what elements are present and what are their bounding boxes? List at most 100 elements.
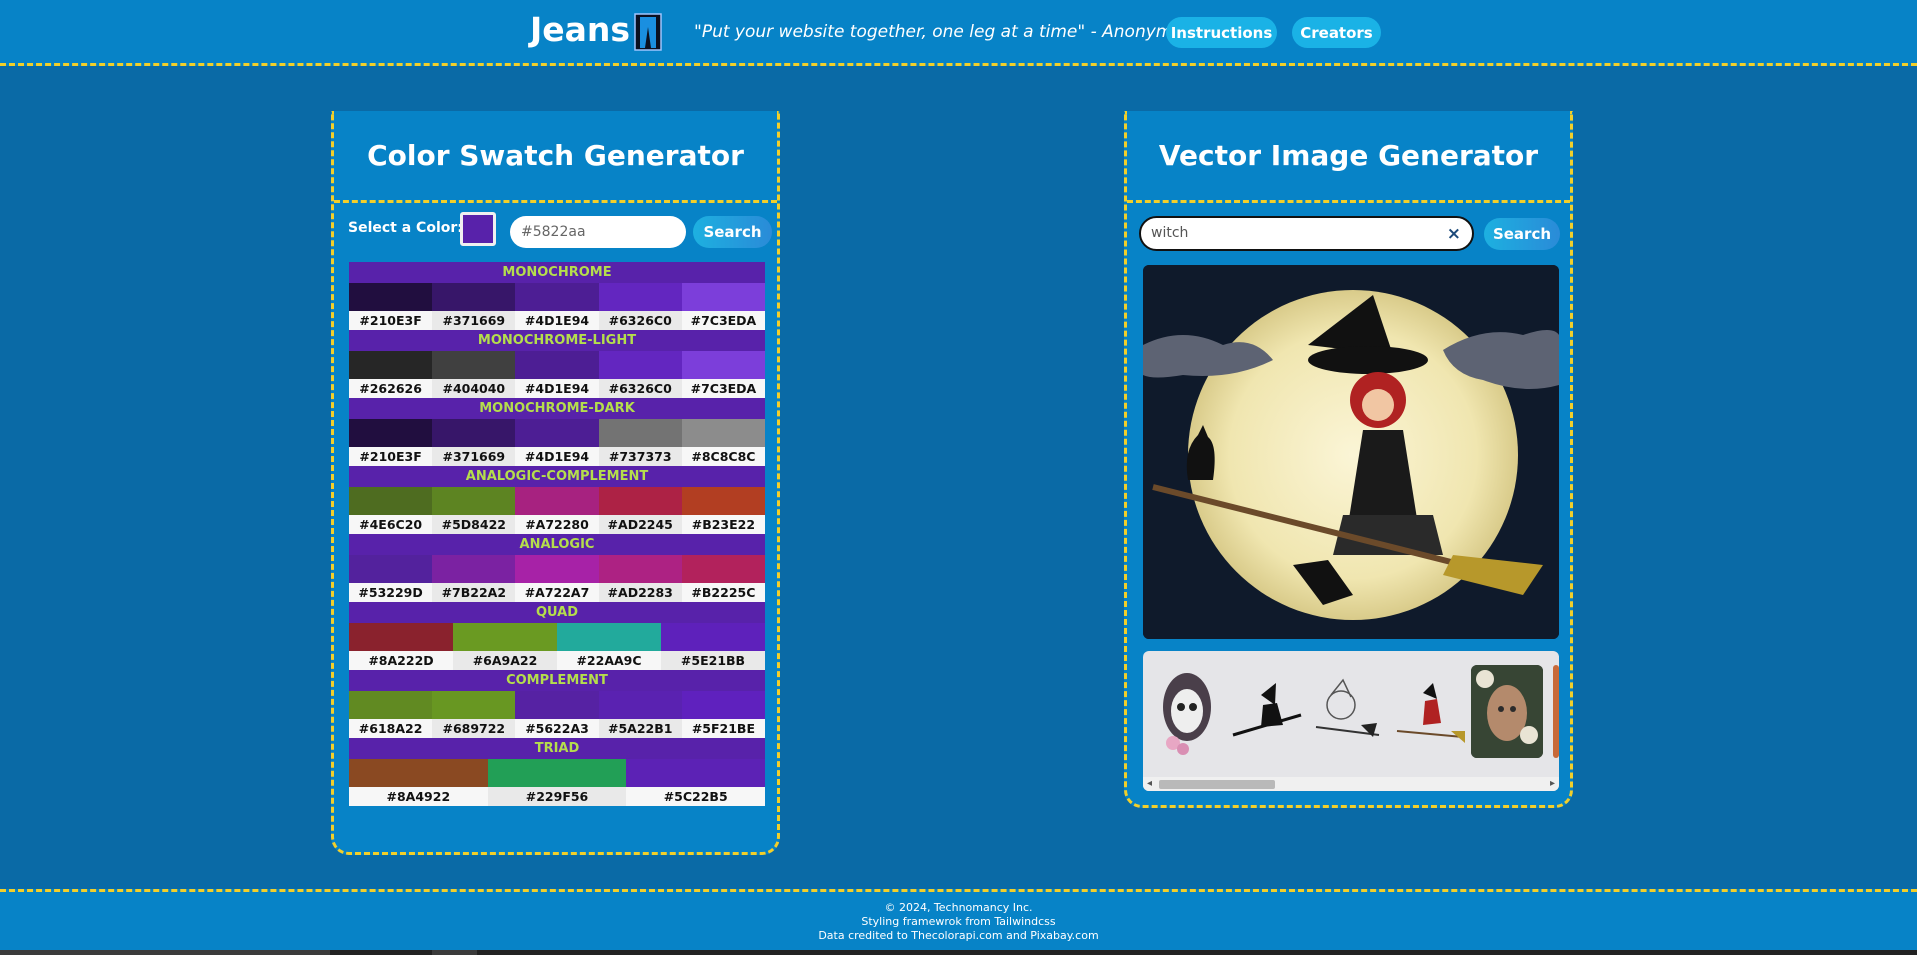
witch-image [1143,265,1559,639]
color-swatch[interactable] [349,351,433,379]
color-swatch[interactable] [349,419,433,447]
thumbnail-witch-silhouette[interactable] [1231,665,1303,758]
footer-credits: Data credited to Thecolorapi.com and Pix… [818,929,1099,942]
swatch-hex-label: #7C3EDA [681,379,766,398]
swatch-row [349,759,766,787]
color-swatch[interactable] [432,419,516,447]
swatch-label-row: #8A222D #6A9A22 #22AA9C #5E21BB [349,651,765,670]
color-swatch[interactable] [598,351,682,379]
swatch-label-row: #53229D #7B22A2 #A722A7 #AD2283 #B2225C [349,583,766,602]
swatch-label-row: #618A22 #689722 #5622A3 #5A22B1 #5F21BE [349,719,766,738]
color-swatch[interactable] [557,623,661,651]
instructions-button[interactable]: Instructions [1166,17,1277,48]
vector-search-input[interactable]: witch × [1139,216,1474,251]
color-swatch[interactable] [515,487,599,515]
swatch-row [349,555,766,583]
thumbnail-flower-face[interactable] [1471,665,1543,758]
scheme-title: QUAD [349,602,765,623]
scroll-left-icon[interactable]: ◂ [1147,778,1152,789]
color-swatch[interactable] [453,623,557,651]
color-picker[interactable] [460,212,496,246]
scroll-right-icon[interactable]: ▸ [1550,778,1555,789]
header: Jeans "Put your website together, one le… [0,0,1917,66]
color-swatch[interactable] [598,487,682,515]
color-swatch[interactable] [349,555,433,583]
color-scheme: MONOCHROME-DARK #210E3F #371669 #4D1E94 #737… [349,398,766,466]
color-swatch[interactable] [661,623,765,651]
color-swatch[interactable] [681,487,766,515]
color-swatch[interactable] [349,283,433,311]
color-swatch[interactable] [681,555,766,583]
select-color-label: Select a Color: [348,220,463,236]
color-swatch[interactable] [432,555,516,583]
brand-title: Jeans [530,10,631,49]
color-swatch[interactable] [432,351,516,379]
swatch-hex-label: #5622A3 [515,719,599,738]
swatch-row [349,691,766,719]
swatch-hex-label: #A722A7 [515,583,599,602]
bottom-bar [0,950,1917,955]
vector-search-value: witch [1151,225,1189,241]
color-swatch[interactable] [349,759,488,787]
color-swatch[interactable] [598,283,682,311]
scrollbar-thumb[interactable] [1159,780,1275,789]
color-scheme: MONOCHROME #210E3F #371669 #4D1E94 #6326C0 #7… [349,262,766,330]
swatch-hex-label: #AD2283 [598,583,682,602]
swatch-hex-label: #8A4922 [349,787,488,806]
swatch-row [349,351,766,379]
color-swatch[interactable] [515,351,599,379]
thumbnail-sugar-skull[interactable] [1157,665,1217,758]
color-swatch[interactable] [432,691,516,719]
color-swatch[interactable] [432,487,516,515]
color-swatch[interactable] [432,283,516,311]
thumbnail-witch-sketch[interactable] [1311,665,1383,758]
color-swatch[interactable] [598,419,682,447]
color-swatch[interactable] [487,759,627,787]
vector-search-button[interactable]: Search [1484,218,1560,250]
swatch-label-row: #8A4922 #229F56 #5C22B5 [349,787,766,806]
color-swatch[interactable] [681,351,766,379]
scheme-title: MONOCHROME-DARK [349,398,765,419]
swatch-hex-label: #6326C0 [598,379,682,398]
hex-color-input[interactable] [510,216,686,248]
swatch-hex-label: #210E3F [349,447,433,466]
swatch-row [349,487,766,515]
swatch-row [349,419,766,447]
color-swatch[interactable] [349,487,433,515]
creators-button[interactable]: Creators [1292,17,1381,48]
footer-copyright: © 2024, Technomancy Inc. [884,901,1033,914]
color-swatch[interactable] [626,759,766,787]
swatch-label-row: #210E3F #371669 #4D1E94 #6326C0 #7C3EDA [349,311,766,330]
swatch-label-row: #262626 #404040 #4D1E94 #6326C0 #7C3EDA [349,379,766,398]
color-swatch[interactable] [598,555,682,583]
color-swatch[interactable] [515,283,599,311]
swatch-hex-label: #7B22A2 [432,583,516,602]
thumbnail-witch-broom[interactable] [1393,665,1465,758]
color-swatch[interactable] [515,419,599,447]
swatch-hex-label: #229F56 [487,787,627,806]
horizontal-scrollbar[interactable]: ◂ ▸ [1143,777,1559,791]
color-swatch[interactable] [349,691,433,719]
color-swatch[interactable] [515,691,599,719]
color-swatch[interactable] [349,623,453,651]
swatch-hex-label: #8A222D [349,651,453,670]
swatch-hex-label: #7C3EDA [681,311,766,330]
swatch-hex-label: #4E6C20 [349,515,433,534]
color-swatch[interactable] [681,283,766,311]
swatch-row [349,623,765,651]
thumbnail-partial[interactable] [1553,665,1559,758]
color-search-button[interactable]: Search [693,216,772,248]
swatch-row [349,283,766,311]
scheme-title: MONOCHROME-LIGHT [349,330,765,351]
scheme-title: ANALOGIC [349,534,765,555]
color-swatch[interactable] [681,691,766,719]
swatch-hex-label: #A72280 [515,515,599,534]
swatch-hex-label: #5C22B5 [626,787,766,806]
swatch-label-row: #4E6C20 #5D8422 #A72280 #AD2245 #B23E22 [349,515,766,534]
thumbnail-strip[interactable]: ◂ ▸ [1143,651,1559,791]
close-icon[interactable]: × [1447,224,1461,244]
color-swatch[interactable] [515,555,599,583]
color-swatch[interactable] [598,691,682,719]
color-swatch[interactable] [681,419,766,447]
vector-panel-title: Vector Image Generator [1127,111,1570,203]
